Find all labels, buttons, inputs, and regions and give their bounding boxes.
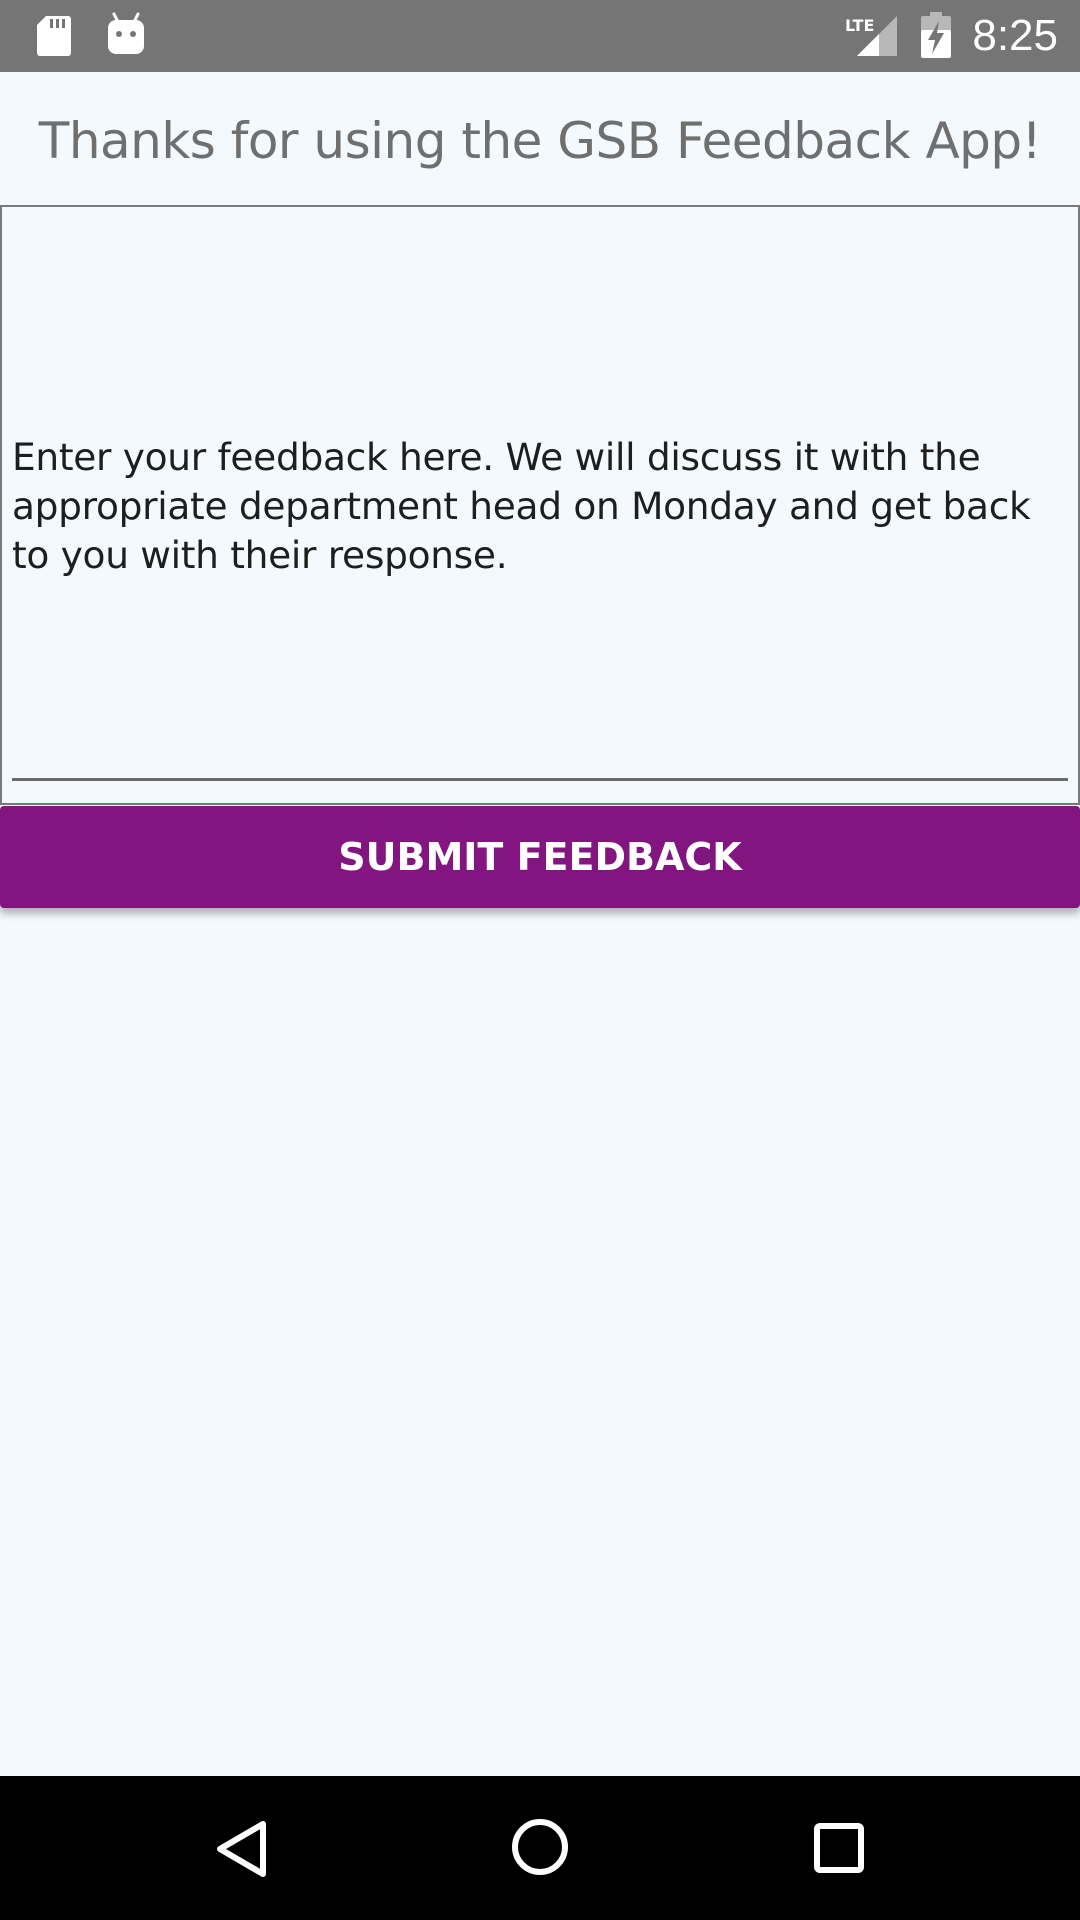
recents-icon xyxy=(814,1823,864,1873)
lte-signal-icon: LTE xyxy=(843,14,899,62)
app-screen: LTE 8:25 Thanks for using the GSB Feedba… xyxy=(0,0,1080,1920)
sd-card-icon xyxy=(36,14,72,62)
recents-button[interactable] xyxy=(740,1776,940,1920)
home-button[interactable] xyxy=(440,1776,640,1920)
status-time: 8:25 xyxy=(972,11,1058,60)
nav-bar xyxy=(0,1776,1080,1920)
home-icon xyxy=(512,1819,568,1875)
battery-charging-icon xyxy=(920,12,952,62)
back-icon xyxy=(217,1821,266,1877)
input-underline xyxy=(12,778,1068,781)
feedback-input[interactable]: Enter your feedback here. We will discus… xyxy=(0,205,1080,805)
submit-feedback-button[interactable]: SUBMIT FEEDBACK xyxy=(0,806,1080,908)
page-title: Thanks for using the GSB Feedback App! xyxy=(38,112,1042,170)
status-bar: LTE 8:25 xyxy=(0,0,1080,72)
feedback-placeholder: Enter your feedback here. We will discus… xyxy=(12,435,1031,577)
android-icon xyxy=(106,12,146,60)
lte-label: LTE xyxy=(845,16,874,35)
back-button[interactable] xyxy=(140,1776,340,1920)
